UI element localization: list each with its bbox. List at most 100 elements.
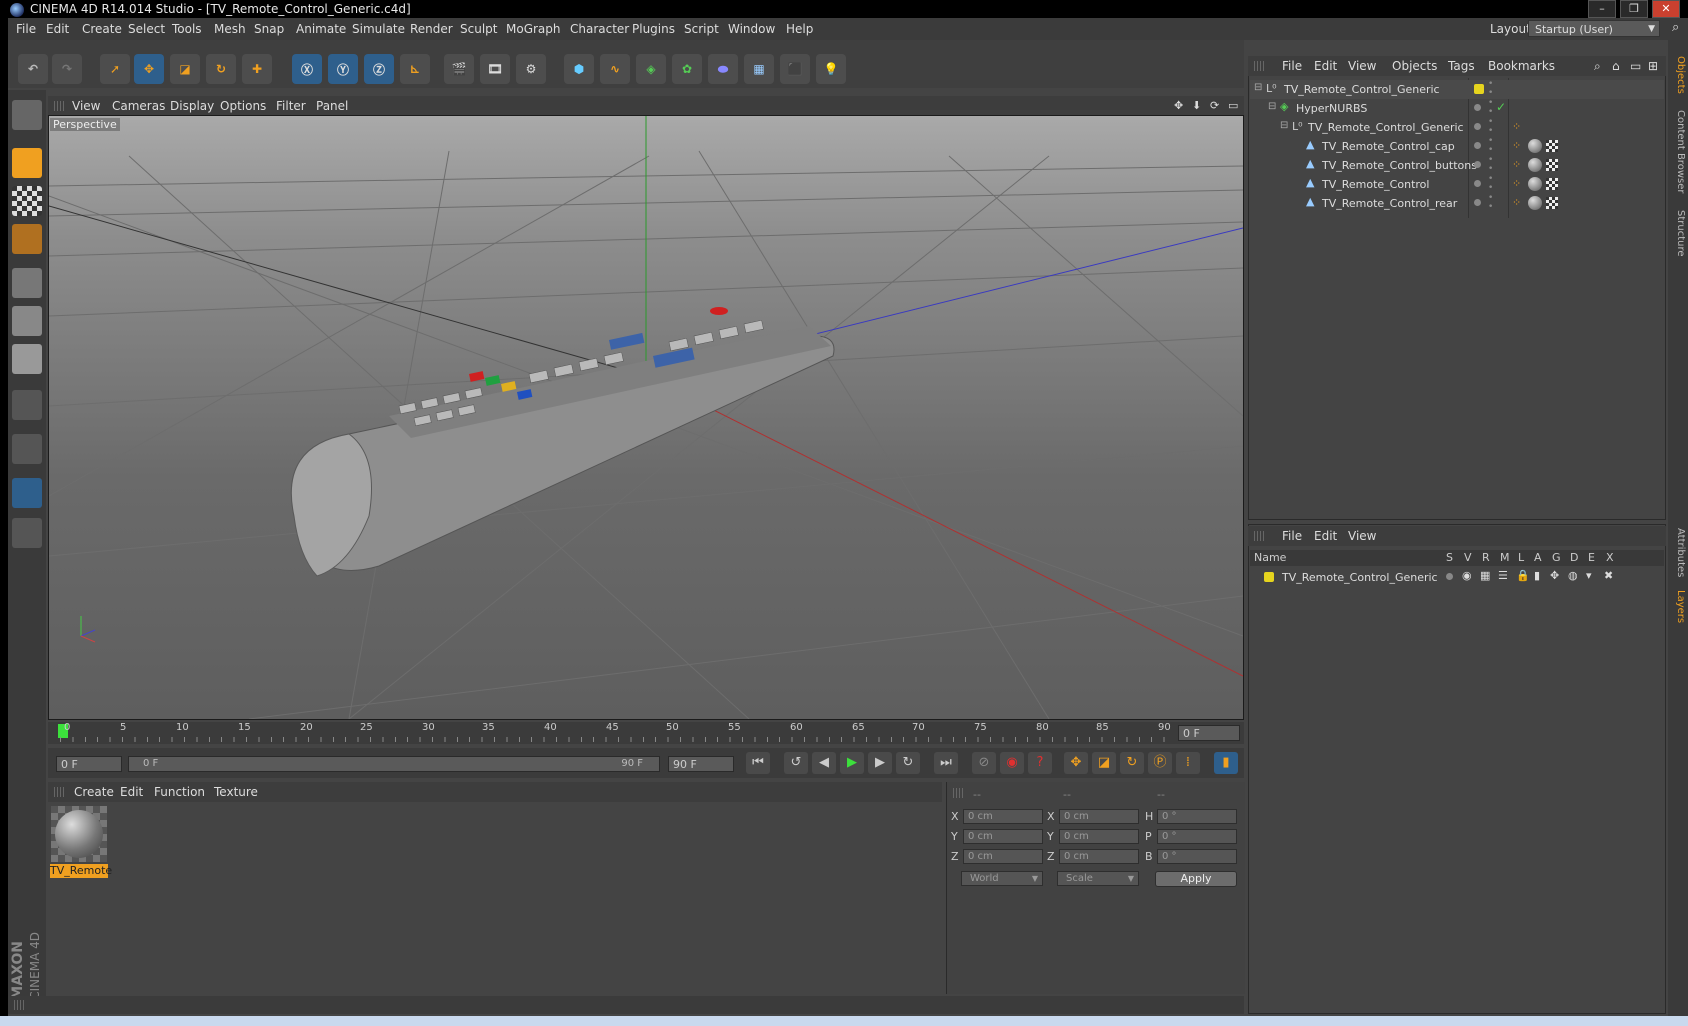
visibility-dots-icon[interactable]: • • — [1488, 156, 1493, 174]
menu-script[interactable]: Script — [684, 22, 719, 36]
object-row[interactable]: ⊟ L⁰ TV_Remote_Control_Generic • • ⁘ — [1250, 118, 1664, 137]
floor-icon[interactable]: ▦ — [744, 54, 774, 84]
viewport-zoom-icon[interactable]: ⬇ — [1192, 99, 1201, 112]
previous-frame-icon[interactable]: ◀ — [812, 752, 836, 774]
edges-mode-icon[interactable] — [12, 306, 42, 336]
layer-col-xref[interactable]: X — [1606, 551, 1614, 564]
object-row[interactable]: ⊟ L⁰ TV_Remote_Control_Generic • • — [1250, 80, 1664, 99]
viewport-menu-cameras[interactable]: Cameras — [112, 99, 165, 113]
viewport-pan-icon[interactable]: ✥ — [1174, 99, 1183, 112]
visibility-dots-icon[interactable]: • • — [1488, 175, 1493, 193]
material-tag-icon[interactable] — [1528, 196, 1542, 210]
workplane-mode-icon[interactable] — [12, 224, 42, 254]
lock-icon[interactable]: 🔒 — [1516, 569, 1530, 582]
scale-tool-icon[interactable]: ◪ — [170, 54, 200, 84]
visibility-dots-icon[interactable]: • • — [1488, 137, 1493, 155]
expand-icon[interactable]: ⊟ — [1254, 82, 1262, 93]
expression-icon[interactable]: ▾ — [1586, 569, 1592, 582]
menu-edit[interactable]: Edit — [46, 22, 69, 36]
position-y-field[interactable]: 0 cm — [963, 829, 1043, 844]
move-tool-icon[interactable]: ✥ — [134, 54, 164, 84]
visibility-dots-icon[interactable]: • • — [1488, 118, 1493, 136]
layer-col-animation[interactable]: A — [1534, 551, 1542, 564]
spline-icon[interactable]: ∿ — [600, 54, 630, 84]
model-mode-icon[interactable] — [12, 148, 42, 178]
menu-animate[interactable]: Animate — [296, 22, 346, 36]
menu-plugins[interactable]: Plugins — [632, 22, 675, 36]
redo-icon[interactable]: ↷ — [52, 54, 82, 84]
next-frame-icon[interactable]: ▶ — [868, 752, 892, 774]
menu-character[interactable]: Character — [570, 22, 629, 36]
autokey-icon[interactable]: ? — [1028, 752, 1052, 774]
collapse-icon[interactable]: ▭ — [1630, 59, 1641, 73]
deformer-icon[interactable]: ◍ — [1568, 569, 1578, 582]
object-menu-tags[interactable]: Tags — [1448, 59, 1475, 73]
menu-simulate[interactable]: Simulate — [352, 22, 405, 36]
layer-menu-edit[interactable]: Edit — [1314, 529, 1337, 543]
object-menu-view[interactable]: View — [1348, 59, 1376, 73]
render-picture-viewer-icon[interactable]: 🎞 — [480, 54, 510, 84]
key-parameter-icon[interactable]: Ⓟ — [1148, 752, 1172, 774]
menu-sculpt[interactable]: Sculpt — [460, 22, 497, 36]
material-menu-function[interactable]: Function — [154, 785, 205, 799]
visibility-dots-icon[interactable]: • • — [1488, 99, 1493, 117]
rotation-b-field[interactable]: 0 ° — [1157, 849, 1237, 864]
material-menu-texture[interactable]: Texture — [214, 785, 258, 799]
z-axis-lock-icon[interactable]: Ⓩ — [364, 54, 394, 84]
timeline-window-icon[interactable]: ▮ — [1214, 752, 1238, 774]
camera-icon[interactable]: ⬛ — [780, 54, 810, 84]
search-icon[interactable]: ⌕ — [1594, 59, 1601, 74]
make-editable-icon[interactable] — [12, 100, 42, 130]
key-scale-icon[interactable]: ◪ — [1092, 752, 1116, 774]
xref-icon[interactable]: ✖ — [1604, 569, 1613, 582]
position-z-field[interactable]: 0 cm — [963, 849, 1043, 864]
frame-range-slider[interactable]: 0 F 90 F — [128, 756, 660, 772]
x-axis-lock-icon[interactable]: Ⓧ — [292, 54, 322, 84]
maximize-button[interactable]: ❐ — [1620, 0, 1648, 18]
uvw-tag-icon[interactable] — [1546, 197, 1558, 209]
size-y-field[interactable]: 0 cm — [1059, 829, 1139, 844]
y-axis-lock-icon[interactable]: Ⓨ — [328, 54, 358, 84]
search-icon[interactable]: ⌕ — [1672, 20, 1679, 35]
layout-select[interactable]: Startup (User) ▼ — [1528, 20, 1660, 37]
rotate-tool-icon[interactable]: ↻ — [206, 54, 236, 84]
phong-tag-icon[interactable]: ⁘ — [1512, 139, 1521, 152]
current-frame-field[interactable]: 0 F — [1178, 725, 1240, 741]
layer-dot-icon[interactable] — [1474, 161, 1481, 168]
animation-icon[interactable]: ▮ — [1534, 569, 1540, 582]
object-menu-bookmarks[interactable]: Bookmarks — [1488, 59, 1555, 73]
material-swatch[interactable]: TV_Remote — [50, 806, 112, 878]
material-menu-edit[interactable]: Edit — [120, 785, 143, 799]
close-button[interactable]: ✕ — [1652, 0, 1680, 18]
uvw-tag-icon[interactable] — [1546, 140, 1558, 152]
previous-key-icon[interactable]: ↺ — [784, 752, 808, 774]
position-x-field[interactable]: 0 cm — [963, 809, 1043, 824]
menu-snap[interactable]: Snap — [254, 22, 284, 36]
home-icon[interactable]: ⌂ — [1612, 59, 1620, 73]
layer-col-solo[interactable]: S — [1446, 551, 1453, 564]
render-icon[interactable]: ▦ — [1480, 569, 1490, 582]
apply-button[interactable]: Apply — [1155, 871, 1237, 887]
points-mode-icon[interactable] — [12, 268, 42, 298]
material-menu-create[interactable]: Create — [74, 785, 114, 799]
soft-selection-icon[interactable] — [12, 518, 42, 548]
play-icon[interactable]: ▶ — [840, 752, 864, 774]
layer-col-generators[interactable]: G — [1552, 551, 1561, 564]
layer-col-render[interactable]: R — [1482, 551, 1490, 564]
visibility-dots-icon[interactable]: • • — [1488, 80, 1493, 98]
expand-icon[interactable]: ⊟ — [1280, 120, 1288, 131]
viewport-menu-options[interactable]: Options — [220, 99, 266, 113]
object-row[interactable]: ▲ TV_Remote_Control_rear • • ⁘ — [1250, 194, 1664, 213]
render-view-icon[interactable]: 🎬 — [444, 54, 474, 84]
layer-dot-icon[interactable] — [1474, 180, 1481, 187]
size-z-field[interactable]: 0 cm — [1059, 849, 1139, 864]
timeline-ruler[interactable]: 0 5 10 15 20 25 30 35 40 45 50 55 60 65 … — [48, 722, 1244, 744]
key-pla-icon[interactable]: ⁞ — [1176, 752, 1200, 774]
menu-tools[interactable]: Tools — [172, 22, 202, 36]
side-tab-structure[interactable]: Structure — [1670, 210, 1686, 257]
new-window-icon[interactable]: ⊞ — [1648, 59, 1658, 73]
3d-viewport[interactable] — [48, 115, 1244, 720]
key-position-icon[interactable]: ✥ — [1064, 752, 1088, 774]
viewport-menu-panel[interactable]: Panel — [316, 99, 348, 113]
expand-icon[interactable]: ⊟ — [1268, 101, 1276, 112]
